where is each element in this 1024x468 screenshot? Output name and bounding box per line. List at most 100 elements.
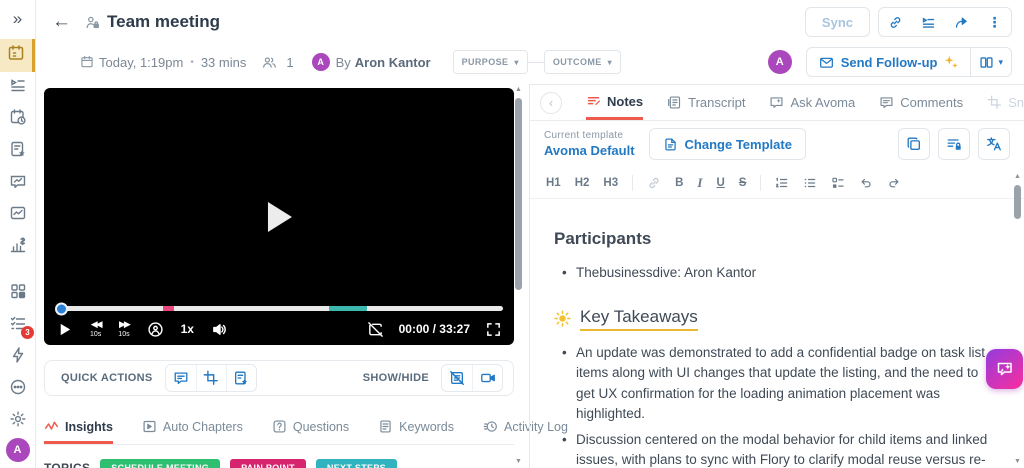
tasks-count-badge: 3 [21, 326, 34, 340]
scroll-down-icon[interactable]: ▼ [515, 458, 522, 466]
sidebar-item-scheduler[interactable] [0, 104, 35, 136]
topics-row: TOPICS SCHEDULE MEETING PAIN POINT NEXT … [44, 459, 514, 468]
play-button[interactable] [56, 321, 73, 338]
play-overlay-icon[interactable] [267, 201, 292, 232]
h3-button[interactable]: H3 [603, 177, 618, 189]
share-icon[interactable] [945, 8, 978, 36]
tab-comments[interactable]: Comments [879, 85, 963, 120]
current-template-caption: Current template [544, 130, 624, 141]
captions-off-button[interactable] [367, 321, 384, 338]
sidebar-item-templates[interactable] [0, 136, 35, 168]
sidebar-item-automations[interactable] [0, 341, 35, 373]
copy-link-icon[interactable] [879, 8, 912, 36]
ordered-list-button[interactable] [775, 176, 789, 190]
show-video-button[interactable] [472, 365, 502, 391]
create-snippet-button[interactable] [195, 365, 226, 391]
send-followup-button[interactable]: Send Follow-up [805, 47, 972, 77]
scroll-up-icon[interactable]: ▲ [515, 86, 522, 94]
sidebar-item-settings[interactable] [0, 405, 35, 438]
sidebar-item-tasks[interactable]: 3 [0, 309, 35, 341]
topic-badge-next-steps[interactable]: NEXT STEPS [315, 459, 397, 468]
tab-keywords[interactable]: Keywords [378, 419, 454, 444]
add-comment-button[interactable] [166, 365, 196, 391]
send-followup-label: Send Follow-up [840, 54, 938, 70]
purpose-dropdown[interactable]: PURPOSE ▾ [452, 50, 528, 74]
topic-badge-schedule-meeting[interactable]: SCHEDULE MEETING [100, 459, 221, 468]
video-player[interactable]: ◀◀ 10s ▶▶ 10s 1x 00:00 / 33:27 [44, 88, 514, 345]
quick-actions-bar: QUICK ACTIONS SHOW/HIDE [44, 360, 514, 396]
viewer-avatar[interactable]: A [767, 50, 792, 74]
sidebar-item-apps[interactable] [0, 277, 35, 309]
save-to-playlist-button[interactable] [225, 365, 256, 391]
sidebar-item-more[interactable] [0, 373, 35, 405]
tab-notes[interactable]: Notes [586, 85, 644, 120]
sidebar-expand-icon[interactable]: » [0, 0, 35, 39]
tab-label: Snipp [1008, 95, 1024, 110]
topic-badge-pain-point[interactable]: PAIN POINT [230, 459, 306, 468]
calendar-icon [7, 44, 25, 67]
tab-auto-chapters[interactable]: Auto Chapters [142, 419, 243, 444]
video-progress-bar[interactable] [55, 302, 503, 315]
notes-panel: ‹ Notes Transcript Ask Avoma Comments Sn… [529, 84, 1024, 468]
private-notes-button[interactable] [938, 128, 970, 160]
rewind-10s-button[interactable]: ◀◀ 10s [90, 320, 103, 339]
forward-10s-button[interactable]: ▶▶ 10s [118, 320, 131, 339]
fullscreen-button[interactable] [485, 321, 502, 338]
takeaway-item: An update was demonstrated to add a conf… [562, 343, 998, 425]
playlist-add-icon[interactable] [912, 8, 945, 36]
layout-toggle-button[interactable]: ▾ [971, 47, 1012, 77]
scrollbar-thumb[interactable] [1014, 185, 1021, 219]
scroll-down-icon[interactable]: ▼ [1014, 458, 1021, 466]
playhead[interactable] [55, 302, 68, 315]
tab-label: Ask Avoma [790, 95, 856, 110]
translate-button[interactable] [978, 128, 1010, 160]
volume-button[interactable] [211, 321, 228, 338]
sidebar-item-agenda[interactable] [0, 72, 35, 104]
bold-button[interactable]: B [675, 177, 683, 189]
tab-label: Notes [607, 93, 644, 109]
task-list-button[interactable] [831, 176, 845, 190]
undo-button[interactable] [859, 176, 873, 190]
takeaway-item: Discussion centered on the modal behavio… [562, 430, 998, 468]
link-button[interactable] [647, 176, 661, 190]
sidebar-item-revenue[interactable] [0, 231, 35, 263]
sidebar-item-meetings[interactable] [0, 38, 35, 72]
tab-ask-avoma[interactable]: Ask Avoma [769, 85, 855, 120]
sidebar-item-dashboard[interactable] [0, 199, 35, 231]
italic-button[interactable]: I [697, 175, 702, 191]
scroll-up-icon[interactable]: ▲ [1014, 173, 1021, 181]
sync-button[interactable]: Sync [804, 7, 870, 37]
playback-speed-button[interactable]: 1x [181, 322, 194, 336]
sidebar-item-conversation-insights[interactable] [0, 167, 35, 199]
h1-button[interactable]: H1 [546, 177, 561, 189]
tab-label: Insights [65, 419, 113, 434]
envelope-icon [819, 57, 833, 68]
chevron-down-icon: ▾ [607, 57, 613, 67]
notes-scrollbar[interactable]: ▲ ▼ [1013, 173, 1022, 466]
attendees-icon [262, 55, 277, 70]
current-template-name[interactable]: Avoma Default [544, 143, 635, 158]
change-template-button[interactable]: Change Template [648, 128, 806, 160]
left-panel-scrollbar[interactable]: ▲ ▼ [514, 86, 523, 466]
tabs-scroll-left-button[interactable]: ‹ [540, 91, 562, 114]
scrollbar-thumb[interactable] [515, 98, 522, 290]
tab-snippets[interactable]: Snipp [987, 85, 1024, 120]
h2-button[interactable]: H2 [575, 177, 590, 189]
outcome-dropdown[interactable]: OUTCOME ▾ [543, 50, 622, 74]
tab-questions[interactable]: Questions [272, 419, 349, 444]
tab-transcript[interactable]: Transcript [667, 85, 745, 120]
kebab-menu-icon[interactable]: ⋮ [978, 8, 1011, 36]
tab-insights[interactable]: Insights [44, 419, 113, 444]
strikethrough-button[interactable]: S [739, 177, 747, 189]
copy-notes-button[interactable] [898, 128, 930, 160]
user-avatar[interactable]: A [5, 438, 30, 462]
hide-transcript-button[interactable] [442, 365, 472, 391]
underline-button[interactable]: U [716, 177, 724, 189]
back-button[interactable]: ← [52, 11, 71, 33]
formatting-toolbar: H1 H2 H3 B I U S [530, 167, 1024, 199]
speaker-track-button[interactable] [147, 321, 164, 338]
notes-editor[interactable]: Participants Thebusinessdive: Aron Kanto… [530, 199, 1024, 468]
avoma-app: » 3 A ← Team meeting Sync ⋮ Today, 1:19p… [0, 0, 1024, 468]
bullet-list-button[interactable] [803, 176, 817, 190]
redo-button[interactable] [887, 176, 901, 190]
